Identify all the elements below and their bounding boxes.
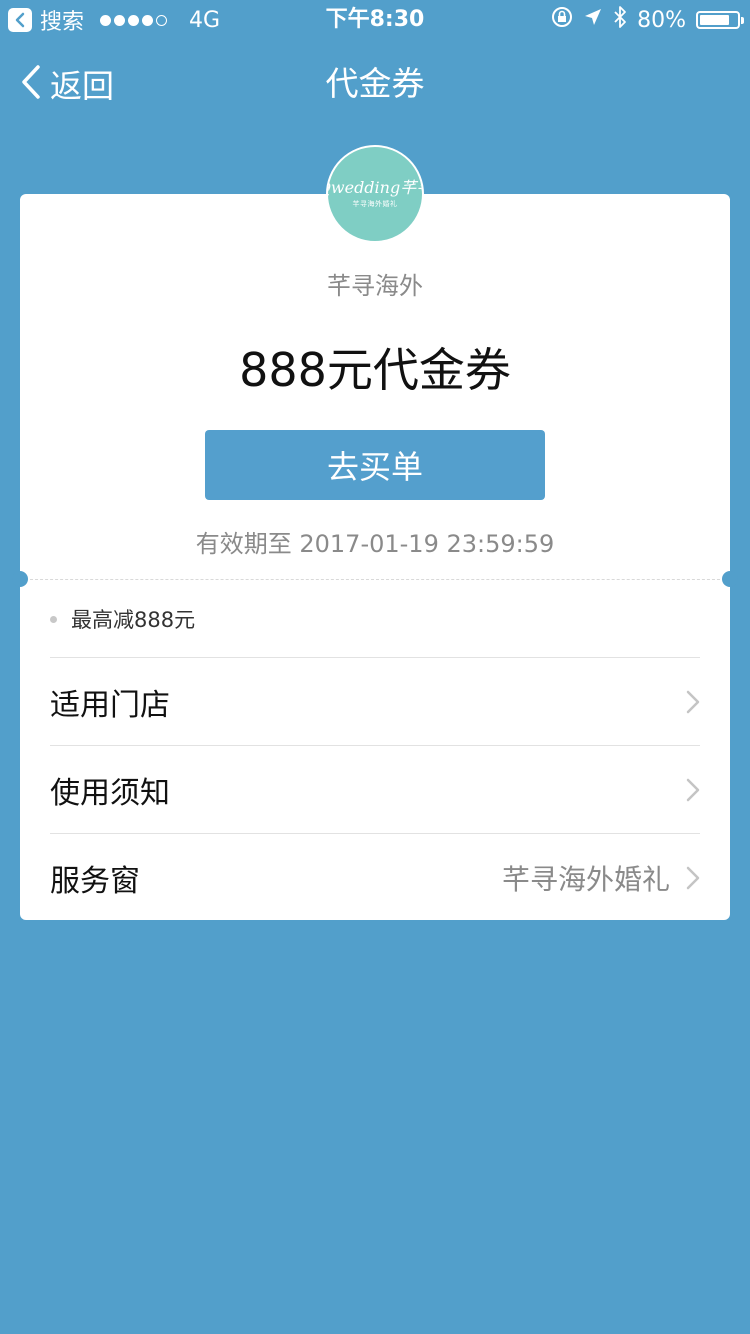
row-value: 芊寻海外婚礼 xyxy=(501,863,670,896)
logo-wordmark: Qwedding芊寻 xyxy=(328,178,422,197)
chevron-right-icon xyxy=(686,866,700,890)
benefit-text: 最高减888元 xyxy=(71,608,196,632)
coupon-title: 888元代金券 xyxy=(239,343,511,397)
validity-text: 有效期至 2017-01-19 23:59:59 xyxy=(195,530,555,558)
status-bar: 搜索 4G 下午8:30 80% xyxy=(0,0,750,40)
row-label: 适用门店 xyxy=(50,688,170,723)
location-icon xyxy=(583,7,603,33)
merchant-name: 芊寻海外 xyxy=(327,272,423,300)
nav-bar: 返回 代金券 xyxy=(0,40,750,128)
ticket-notch-left xyxy=(12,571,28,587)
bluetooth-icon xyxy=(613,5,627,35)
page-title: 代金券 xyxy=(325,64,425,103)
chevron-right-icon xyxy=(686,690,700,714)
bullet-icon xyxy=(50,615,57,623)
row-service-window[interactable]: 服务窗 芊寻海外婚礼 xyxy=(50,833,700,922)
chevron-right-icon xyxy=(686,778,700,802)
merchant-logo: Qwedding芊寻 芊寻海外婚礼 xyxy=(326,145,424,243)
battery-icon xyxy=(696,11,744,29)
buy-button[interactable]: 去买单 xyxy=(205,430,545,500)
battery-percent: 80% xyxy=(637,7,686,33)
row-label: 使用须知 xyxy=(50,776,170,811)
row-usage-notes[interactable]: 使用须知 xyxy=(50,745,700,834)
coupon-card: 芊寻海外 888元代金券 去买单 有效期至 2017-01-19 23:59:5… xyxy=(12,194,738,922)
row-label: 服务窗 xyxy=(50,864,140,899)
benefit-item: 最高减888元 xyxy=(50,604,195,634)
ticket-notch-right xyxy=(722,571,738,587)
status-bar-right: 80% xyxy=(551,5,744,35)
row-applicable-stores[interactable]: 适用门店 xyxy=(50,657,700,746)
dashed-divider xyxy=(20,579,730,580)
logo-subtitle: 芊寻海外婚礼 xyxy=(352,200,398,208)
orientation-lock-icon xyxy=(551,6,573,34)
